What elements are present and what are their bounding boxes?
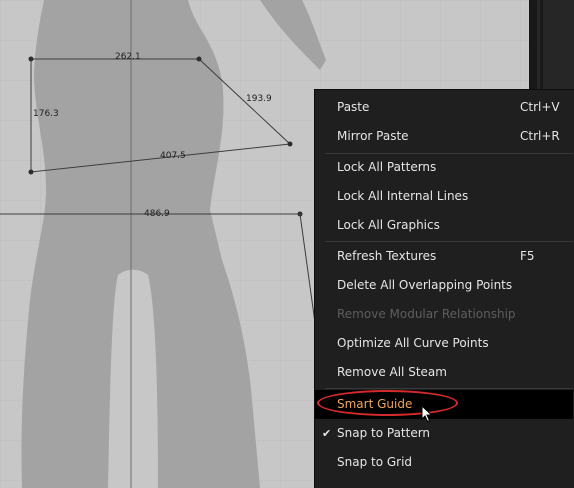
menu-item-shortcut: Ctrl+R bbox=[520, 129, 560, 143]
menu-item-shortcut: F5 bbox=[520, 249, 535, 263]
menu-item-smart-guide[interactable]: Smart Guide bbox=[315, 390, 573, 423]
measurement-long: 486.9 bbox=[144, 209, 170, 219]
menu-item-label: Mirror Paste bbox=[337, 129, 409, 143]
context-menu: Paste Ctrl+V Mirror Paste Ctrl+R Lock Al… bbox=[314, 89, 574, 488]
menu-item-label: Delete All Overlapping Points bbox=[337, 278, 513, 292]
menu-item-optimize-all-curve-points[interactable]: Optimize All Curve Points bbox=[315, 329, 573, 358]
menu-item-label: Refresh Textures bbox=[337, 249, 437, 263]
menu-item-remove-modular-relationship: Remove Modular Relationship bbox=[315, 300, 573, 329]
menu-separator bbox=[325, 388, 573, 389]
checkmark-icon: ✔ bbox=[322, 427, 332, 440]
menu-item-label: Paste bbox=[337, 100, 370, 114]
menu-item-label: Remove Modular Relationship bbox=[337, 307, 516, 321]
measurement-diagonal: 193.9 bbox=[246, 94, 272, 104]
menu-item-label: Snap to Grid bbox=[337, 455, 413, 469]
menu-item-label: Lock All Graphics bbox=[337, 218, 440, 232]
menu-item-label: Snap to Pattern bbox=[337, 426, 431, 440]
measurement-top: 262.1 bbox=[115, 52, 141, 62]
measurement-left: 176.3 bbox=[33, 109, 59, 119]
menu-item-remove-all-steam[interactable]: Remove All Steam bbox=[315, 358, 573, 387]
menu-item-snap-to-grid[interactable]: Snap to Grid bbox=[315, 448, 573, 477]
leg-gap bbox=[108, 269, 158, 488]
measurement-bottom: 407.5 bbox=[160, 151, 186, 161]
menu-item-lock-all-graphics[interactable]: Lock All Graphics bbox=[315, 211, 573, 240]
menu-item-label: Optimize All Curve Points bbox=[337, 336, 489, 350]
menu-item-snap-to-pattern[interactable]: ✔ Snap to Pattern bbox=[315, 419, 573, 448]
menu-item-refresh-textures[interactable]: Refresh Textures F5 bbox=[315, 242, 573, 271]
menu-item-paste[interactable]: Paste Ctrl+V bbox=[315, 93, 573, 122]
menu-item-label: Remove All Steam bbox=[337, 365, 447, 379]
menu-item-delete-all-overlapping-points[interactable]: Delete All Overlapping Points bbox=[315, 271, 573, 300]
menu-item-label: Lock All Patterns bbox=[337, 160, 437, 174]
menu-item-shortcut: Ctrl+V bbox=[520, 100, 560, 114]
menu-item-mirror-paste[interactable]: Mirror Paste Ctrl+R bbox=[315, 122, 573, 151]
menu-item-label: Lock All Internal Lines bbox=[337, 189, 469, 203]
menu-item-lock-all-patterns[interactable]: Lock All Patterns bbox=[315, 153, 573, 182]
menu-item-lock-all-internal-lines[interactable]: Lock All Internal Lines bbox=[315, 182, 573, 211]
app-window: 262.1 176.3 193.9 407.5 486.9 Paste Ctrl… bbox=[0, 0, 574, 488]
annotation-ellipse bbox=[317, 390, 458, 416]
